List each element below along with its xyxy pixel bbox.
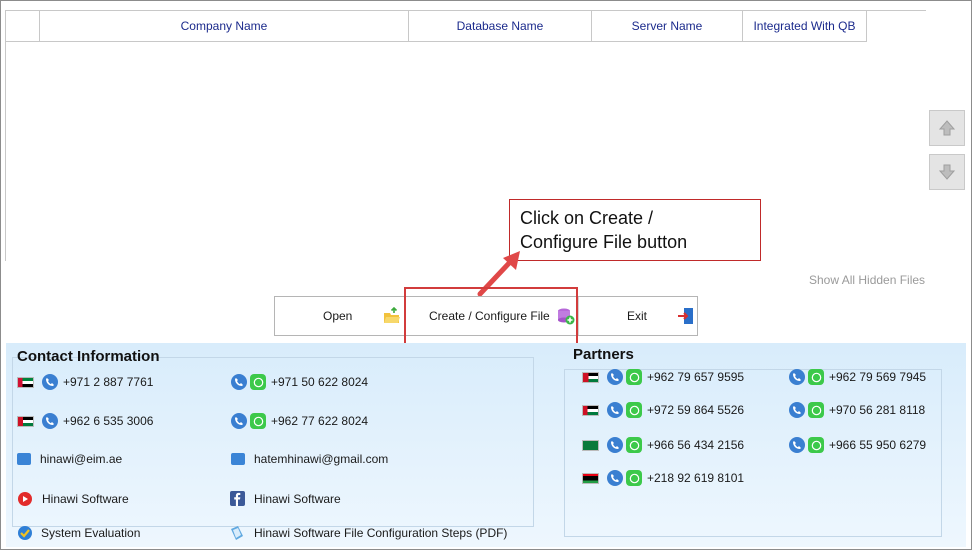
partner-phone-1-text: +962 79 657 9595 bbox=[647, 370, 745, 384]
phone-icon bbox=[42, 374, 58, 390]
partner-phone-7[interactable]: +218 92 619 8101 bbox=[582, 470, 744, 486]
partner-phone-5-text: +966 56 434 2156 bbox=[647, 438, 745, 452]
callout-line-1: Click on Create / bbox=[520, 208, 654, 228]
partner-phone-6-text: +966 55 950 6279 bbox=[829, 438, 927, 452]
whatsapp-icon bbox=[808, 369, 824, 385]
partner-phone-3-text: +972 59 864 5526 bbox=[647, 403, 745, 417]
callout-line-2: Configure File button bbox=[520, 232, 688, 252]
partner-phone-7-text: +218 92 619 8101 bbox=[647, 471, 745, 485]
whatsapp-icon bbox=[808, 437, 824, 453]
contact-phone-jordan[interactable]: +962 6 535 3006 bbox=[17, 413, 153, 429]
contact-mobile-jordan-text: +962 77 622 8024 bbox=[271, 414, 369, 428]
contact-email-1[interactable]: hinawi@eim.ae bbox=[17, 452, 122, 466]
whatsapp-icon bbox=[626, 402, 642, 418]
phone-icon bbox=[607, 437, 623, 453]
exit-button[interactable]: Exit bbox=[579, 297, 697, 335]
move-down-button[interactable] bbox=[929, 154, 965, 190]
phone-icon bbox=[607, 470, 623, 486]
system-evaluation-link[interactable]: System Evaluation bbox=[17, 525, 140, 541]
phone-icon bbox=[231, 374, 247, 390]
instruction-callout: Click on Create / Configure File button bbox=[509, 199, 761, 261]
email-icon bbox=[17, 453, 31, 465]
contact-email-1-text: hinawi@eim.ae bbox=[40, 452, 123, 466]
contact-email-2-text: hatemhinawi@gmail.com bbox=[254, 452, 389, 466]
phone-icon bbox=[789, 402, 805, 418]
evaluation-icon bbox=[18, 526, 32, 540]
phone-icon bbox=[607, 402, 623, 418]
partner-phone-1[interactable]: +962 79 657 9595 bbox=[582, 369, 744, 385]
exit-button-label: Exit bbox=[627, 309, 648, 323]
grid-col-database-name[interactable]: Database Name bbox=[409, 11, 592, 41]
whatsapp-icon bbox=[626, 470, 642, 486]
partners-title: Partners bbox=[573, 346, 634, 363]
show-all-hidden-files-link[interactable]: Show All Hidden Files bbox=[809, 273, 925, 287]
contact-mobile-uae-text: +971 50 622 8024 bbox=[271, 375, 369, 389]
contact-phone-uae-text: +971 2 887 7761 bbox=[63, 375, 154, 389]
folder-icon bbox=[384, 307, 400, 323]
grid-col-server-name[interactable]: Server Name bbox=[592, 11, 743, 41]
facebook-link[interactable]: Hinawi Software bbox=[230, 491, 341, 506]
grid-col-company-name[interactable]: Company Name bbox=[40, 11, 409, 41]
contact-mobile-jordan[interactable]: +962 77 622 8024 bbox=[228, 413, 368, 429]
phone-icon bbox=[789, 437, 805, 453]
libya-flag-icon bbox=[582, 472, 599, 484]
partners-box bbox=[564, 369, 942, 537]
whatsapp-icon bbox=[626, 437, 642, 453]
whatsapp-icon bbox=[626, 369, 642, 385]
facebook-icon bbox=[230, 491, 245, 506]
partner-phone-4[interactable]: +970 56 281 8118 bbox=[786, 402, 925, 418]
partner-phone-4-text: +970 56 281 8118 bbox=[829, 403, 926, 417]
whatsapp-icon bbox=[808, 402, 824, 418]
jordan-flag-icon bbox=[582, 371, 599, 383]
partner-phone-5[interactable]: +966 56 434 2156 bbox=[582, 437, 744, 453]
system-evaluation-text: System Evaluation bbox=[41, 526, 141, 540]
pdf-guide-link[interactable]: Hinawi Software File Configuration Steps… bbox=[229, 525, 507, 541]
grid-col-selector[interactable] bbox=[6, 11, 40, 41]
uae-flag-icon bbox=[17, 376, 34, 388]
phone-icon bbox=[607, 369, 623, 385]
youtube-link[interactable]: Hinawi Software bbox=[17, 491, 129, 507]
contact-information-title: Contact Information bbox=[17, 348, 160, 365]
email-icon bbox=[231, 453, 245, 465]
partner-phone-2-text: +962 79 569 7945 bbox=[829, 370, 927, 384]
partner-phone-2[interactable]: +962 79 569 7945 bbox=[786, 369, 926, 385]
saudi-flag-icon bbox=[582, 439, 599, 451]
move-up-button[interactable] bbox=[929, 110, 965, 146]
partner-phone-6[interactable]: +966 55 950 6279 bbox=[786, 437, 926, 453]
create-button-highlight bbox=[404, 287, 578, 347]
phone-icon bbox=[231, 413, 247, 429]
company-grid[interactable]: Company Name Database Name Server Name I… bbox=[5, 10, 926, 261]
contact-mobile-uae[interactable]: +971 50 622 8024 bbox=[228, 374, 368, 390]
phone-icon bbox=[42, 413, 58, 429]
contact-phone-jordan-text: +962 6 535 3006 bbox=[63, 414, 154, 428]
open-button-label: Open bbox=[323, 309, 353, 323]
palestine-flag-icon bbox=[582, 404, 599, 416]
contact-email-2[interactable]: hatemhinawi@gmail.com bbox=[231, 452, 388, 466]
partner-phone-3[interactable]: +972 59 864 5526 bbox=[582, 402, 744, 418]
pdf-document-icon bbox=[231, 526, 243, 540]
whatsapp-icon bbox=[250, 413, 266, 429]
youtube-icon bbox=[18, 492, 32, 506]
arrow-down-icon bbox=[938, 164, 956, 180]
open-button[interactable]: Open bbox=[275, 297, 405, 335]
whatsapp-icon bbox=[250, 374, 266, 390]
jordan-flag-icon bbox=[17, 415, 34, 427]
phone-icon bbox=[789, 369, 805, 385]
grid-col-integrated-with-qb[interactable]: Integrated With QB bbox=[743, 11, 866, 41]
youtube-link-text: Hinawi Software bbox=[42, 492, 129, 506]
exit-door-icon bbox=[678, 308, 693, 324]
grid-header: Company Name Database Name Server Name I… bbox=[6, 11, 867, 42]
facebook-link-text: Hinawi Software bbox=[254, 491, 341, 506]
pdf-guide-text: Hinawi Software File Configuration Steps… bbox=[254, 526, 508, 540]
arrow-up-icon bbox=[938, 120, 956, 136]
contact-phone-uae[interactable]: +971 2 887 7761 bbox=[17, 374, 153, 390]
info-panel: Contact Information +971 2 887 7761 +971… bbox=[6, 343, 966, 547]
